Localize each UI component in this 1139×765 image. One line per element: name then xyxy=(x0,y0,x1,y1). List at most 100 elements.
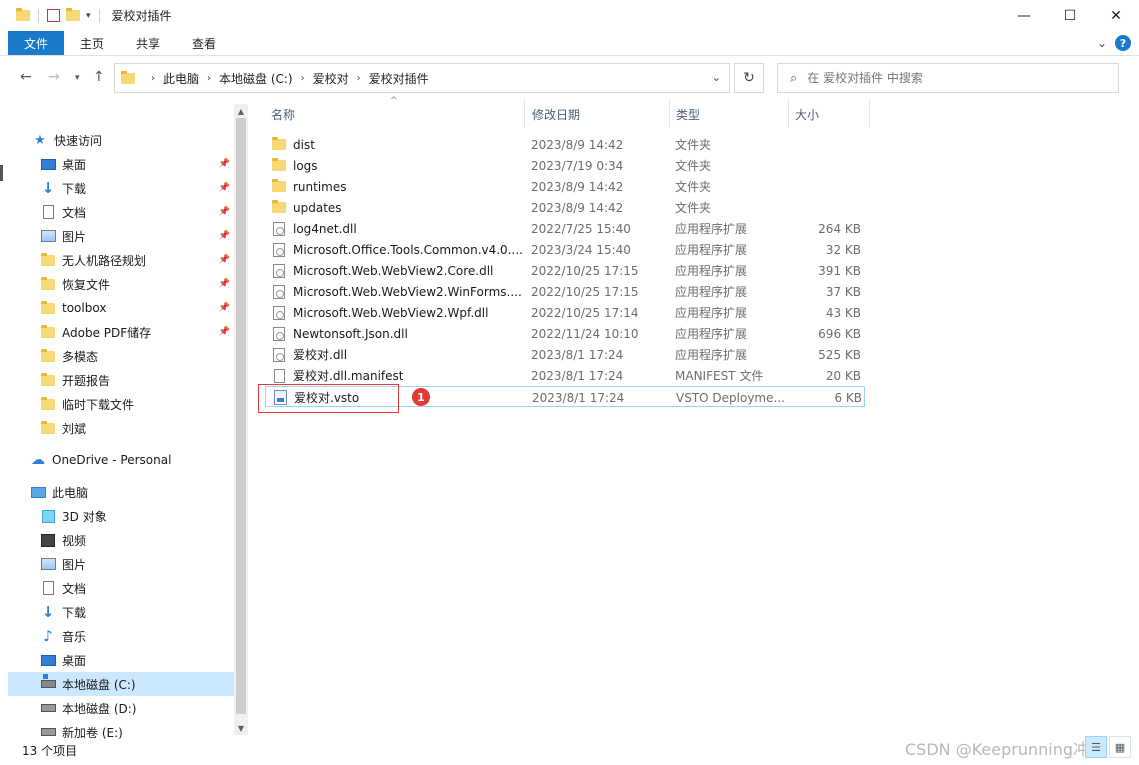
file-row[interactable]: logs 2023/7/19 0:34 文件夹 xyxy=(265,155,865,176)
file-row[interactable]: dist 2023/8/9 14:42 文件夹 xyxy=(265,134,865,155)
nav-item[interactable]: ↓ 下载 📌 xyxy=(8,176,234,200)
file-name-cell: 爱校对.dll xyxy=(271,344,525,365)
address-bar[interactable]: › 此电脑 › 本地磁盘 (C:) › 爱校对 › 爱校对插件 ⌄ xyxy=(114,63,730,93)
pin-icon[interactable]: 📌 xyxy=(219,183,230,193)
tab-file[interactable]: 文件 xyxy=(8,31,64,55)
details-view-icon[interactable]: ☰ xyxy=(1085,736,1107,758)
chevron-right-icon[interactable]: › xyxy=(357,73,361,84)
chevron-right-icon[interactable]: › xyxy=(301,73,305,84)
nav-item[interactable]: 桌面 xyxy=(8,648,234,672)
breadcrumb-aijiaodui[interactable]: 爱校对 xyxy=(313,70,349,87)
nav-item[interactable]: ↓ 下载 xyxy=(8,600,234,624)
nav-item[interactable]: 视频 xyxy=(8,528,234,552)
pin-icon[interactable]: 📌 xyxy=(219,279,230,289)
file-row[interactable]: log4net.dll 2022/7/25 15:40 应用程序扩展 264 KB xyxy=(265,218,865,239)
computer-icon xyxy=(30,484,46,500)
breadcrumb-this-pc[interactable]: 此电脑 xyxy=(163,70,199,87)
chevron-down-icon[interactable]: ⌄ xyxy=(712,71,721,84)
pin-icon[interactable]: 📌 xyxy=(219,255,230,265)
pin-icon[interactable]: 📌 xyxy=(219,327,230,337)
tab-view[interactable]: 查看 xyxy=(176,31,232,55)
file-row[interactable]: updates 2023/8/9 14:42 文件夹 xyxy=(265,197,865,218)
new-folder-icon[interactable] xyxy=(66,8,80,21)
tab-home[interactable]: 主页 xyxy=(64,31,120,55)
file-date: 2023/3/24 15:40 xyxy=(531,242,631,257)
back-arrow-icon[interactable]: ← xyxy=(20,69,32,85)
search-input[interactable] xyxy=(807,71,1088,85)
nav-item[interactable]: 本地磁盘 (D:) xyxy=(8,696,234,720)
file-size: 264 KB xyxy=(818,221,861,236)
scroll-up-icon[interactable]: ▲ xyxy=(234,104,248,118)
nav-item[interactable]: 此电脑 xyxy=(8,480,234,504)
maximize-button[interactable]: ☐ xyxy=(1047,0,1093,31)
file-row[interactable]: 爱校对.dll.manifest 2023/8/1 17:24 MANIFEST 文… xyxy=(265,365,865,386)
scroll-thumb[interactable] xyxy=(236,118,246,714)
file-row[interactable]: 爱校对.dll 2023/8/1 17:24 应用程序扩展 525 KB xyxy=(265,344,865,365)
nav-scrollbar[interactable]: ▲ ▼ xyxy=(234,104,248,735)
file-size: 696 KB xyxy=(818,326,861,341)
file-row[interactable]: Microsoft.Web.WebView2.Core.dll 2022/10/2… xyxy=(265,260,865,281)
nav-item[interactable]: ☁ OneDrive - Personal xyxy=(8,448,234,472)
nav-item[interactable]: ♪ 音乐 xyxy=(8,624,234,648)
dll-file-icon xyxy=(271,305,287,320)
search-box[interactable]: ⌕ xyxy=(777,63,1119,93)
nav-item-label: 本地磁盘 (C:) xyxy=(62,677,136,692)
column-name[interactable]: 名称 xyxy=(265,100,525,128)
help-icon[interactable]: ? xyxy=(1115,35,1131,51)
nav-item[interactable]: 临时下载文件 xyxy=(8,392,234,416)
file-row[interactable]: Microsoft.Web.WebView2.Wpf.dll 2022/10/25… xyxy=(265,302,865,323)
tab-share[interactable]: 共享 xyxy=(120,31,176,55)
column-size[interactable]: 大小 xyxy=(789,100,870,128)
ribbon-expand-icon[interactable]: ⌄ xyxy=(1097,36,1107,50)
file-date: 2022/10/25 17:15 xyxy=(531,284,639,299)
nav-item[interactable]: 图片 xyxy=(8,552,234,576)
breadcrumb-drive-c[interactable]: 本地磁盘 (C:) xyxy=(219,70,293,87)
file-row[interactable]: Microsoft.Web.WebView2.WinForms.... 2022/… xyxy=(265,281,865,302)
nav-item[interactable]: 文档 📌 xyxy=(8,200,234,224)
chevron-down-icon[interactable]: ▾ xyxy=(86,11,91,21)
nav-item[interactable]: ★ 快速访问 xyxy=(8,128,234,152)
large-icons-view-icon[interactable]: ▦ xyxy=(1109,736,1131,758)
folder-icon xyxy=(121,70,135,84)
scroll-down-icon[interactable]: ▼ xyxy=(234,721,248,735)
nav-item[interactable]: 图片 📌 xyxy=(8,224,234,248)
view-toggle: ☰ ▦ xyxy=(1085,736,1131,758)
pin-icon[interactable]: 📌 xyxy=(219,231,230,241)
properties-icon[interactable] xyxy=(47,9,60,22)
refresh-icon: ↻ xyxy=(743,70,755,86)
nav-item[interactable]: 恢复文件 📌 xyxy=(8,272,234,296)
file-date: 2023/8/9 14:42 xyxy=(531,137,624,152)
nav-item[interactable]: 文档 xyxy=(8,576,234,600)
nav-item[interactable]: Adobe PDF储存 📌 xyxy=(8,320,234,344)
chevron-right-icon[interactable]: › xyxy=(151,73,155,84)
file-size xyxy=(785,134,861,155)
nav-item[interactable]: 无人机路径规划 📌 xyxy=(8,248,234,272)
column-date[interactable]: 修改日期 xyxy=(526,100,670,128)
refresh-button[interactable]: ↻ xyxy=(734,63,764,93)
file-row[interactable]: Newtonsoft.Json.dll 2022/11/24 10:10 应用程序扩… xyxy=(265,323,865,344)
chevron-right-icon[interactable]: › xyxy=(207,73,211,84)
pin-icon[interactable]: 📌 xyxy=(219,303,230,313)
pin-icon[interactable]: 📌 xyxy=(219,159,230,169)
forward-arrow-icon[interactable]: → xyxy=(48,69,60,85)
pin-icon[interactable]: 📌 xyxy=(219,207,230,217)
nav-item[interactable]: 开题报告 xyxy=(8,368,234,392)
minimize-button[interactable]: — xyxy=(1001,0,1047,31)
nav-item[interactable]: toolbox 📌 xyxy=(8,296,234,320)
nav-item[interactable]: 刘斌 xyxy=(8,416,234,440)
nav-item[interactable]: 本地磁盘 (C:) xyxy=(8,672,234,696)
nav-item[interactable]: 3D 对象 xyxy=(8,504,234,528)
nav-item-label: 下载 xyxy=(62,181,87,196)
nav-item[interactable]: 桌面 📌 xyxy=(8,152,234,176)
close-button[interactable]: ✕ xyxy=(1093,0,1139,31)
recent-locations-icon[interactable]: ▾ xyxy=(75,73,80,83)
nav-item-label: OneDrive - Personal xyxy=(52,453,172,467)
file-type: 应用程序扩展 xyxy=(675,327,748,341)
annotation-badge: 1 xyxy=(412,388,430,406)
breadcrumb-plugin[interactable]: 爱校对插件 xyxy=(369,70,429,87)
file-row[interactable]: runtimes 2023/8/9 14:42 文件夹 xyxy=(265,176,865,197)
file-row[interactable]: Microsoft.Office.Tools.Common.v4.0.... 20… xyxy=(265,239,865,260)
nav-item[interactable]: 多模态 xyxy=(8,344,234,368)
up-arrow-icon[interactable]: ↑ xyxy=(93,69,105,85)
column-type[interactable]: 类型 xyxy=(670,100,789,128)
